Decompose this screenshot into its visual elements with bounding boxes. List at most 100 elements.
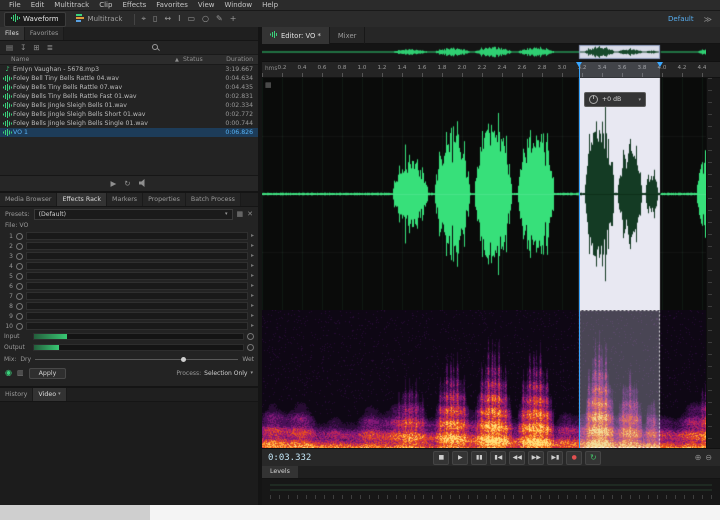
effect-slot-field[interactable] — [26, 292, 248, 300]
effect-slot[interactable]: 9▸ — [0, 311, 258, 321]
effect-power-toggle[interactable] — [16, 243, 23, 250]
overview-strip[interactable] — [262, 44, 720, 62]
effect-slot-arrow-icon[interactable]: ▸ — [251, 303, 254, 309]
effect-slot[interactable]: 5▸ — [0, 271, 258, 281]
move-tool-icon[interactable]: ⌖ — [141, 15, 146, 23]
save-preset-icon[interactable]: ▦ — [237, 211, 244, 218]
effect-power-toggle[interactable] — [16, 233, 23, 240]
insert-into-multitrack-icon[interactable]: ≣ — [47, 44, 53, 52]
effect-slot-field[interactable] — [26, 252, 248, 260]
rewind-button[interactable]: ◀◀ — [509, 451, 525, 465]
menu-view[interactable]: View — [193, 1, 220, 9]
zoom-out-icon[interactable]: ⊖ — [705, 453, 712, 462]
spectrogram-canvas[interactable] — [262, 310, 706, 448]
file-row[interactable]: Foley Bells Jingle Sleigh Bells Short 01… — [0, 110, 258, 119]
effect-slot-arrow-icon[interactable]: ▸ — [251, 263, 254, 269]
menu-clip[interactable]: Clip — [94, 1, 117, 9]
zoom-in-icon[interactable]: ⊕ — [695, 453, 702, 462]
timeline-ruler[interactable]: hms 0.20.40.60.81.01.21.41.61.82.02.22.4… — [262, 62, 720, 78]
effect-power-toggle[interactable] — [16, 273, 23, 280]
paintbrush-tool-icon[interactable]: ✎ — [216, 15, 223, 23]
fast-forward-button[interactable]: ▶▶ — [528, 451, 544, 465]
apply-button[interactable]: Apply — [29, 368, 67, 379]
files-column-header[interactable]: Name ▲ Status Duration — [0, 55, 258, 65]
tab-levels[interactable]: Levels — [262, 466, 298, 478]
rack-meters-icon[interactable]: ▥ — [17, 370, 24, 377]
multitrack-view-button[interactable]: Multitrack — [70, 13, 129, 26]
time-selection-tool-icon[interactable]: I — [178, 15, 180, 23]
delete-preset-icon[interactable]: ✕ — [247, 211, 253, 218]
file-row[interactable]: Foley Bells Jingle Sleigh Bells Single 0… — [0, 119, 258, 128]
effect-power-toggle[interactable] — [16, 263, 23, 270]
waveform-view-button[interactable]: Waveform — [4, 12, 66, 27]
tab-mixer[interactable]: Mixer — [330, 27, 366, 44]
mix-slider[interactable] — [35, 359, 238, 360]
search-icon[interactable] — [152, 44, 160, 52]
preview-play-icon[interactable]: ▶ — [110, 180, 116, 188]
tab-editor-vo[interactable]: Editor: VO * — [262, 27, 330, 44]
waveform-canvas[interactable] — [262, 78, 706, 310]
levels-meter[interactable] — [262, 479, 720, 506]
selection-start-handle[interactable] — [576, 62, 582, 67]
effect-slot-arrow-icon[interactable]: ▸ — [251, 253, 254, 259]
effect-slot-arrow-icon[interactable]: ▸ — [251, 233, 254, 239]
effect-slot-field[interactable] — [26, 272, 248, 280]
process-selector[interactable]: Process: Selection Only ▾ — [176, 370, 253, 377]
tab-files[interactable]: Files — [0, 27, 25, 40]
skip-to-start-button[interactable]: ▮◀ — [490, 451, 506, 465]
volume-knob-icon[interactable] — [589, 95, 598, 104]
razor-tool-icon[interactable]: ▯ — [153, 15, 157, 23]
menu-favorites[interactable]: Favorites — [151, 1, 193, 9]
effect-slot-arrow-icon[interactable]: ▸ — [251, 293, 254, 299]
spectrogram-display[interactable] — [262, 310, 720, 448]
marquee-selection-tool-icon[interactable]: ▭ — [187, 15, 195, 23]
slip-tool-icon[interactable]: ↔ — [164, 15, 171, 23]
effect-power-toggle[interactable] — [16, 313, 23, 320]
column-name[interactable]: Name — [0, 56, 175, 63]
effect-slot[interactable]: 8▸ — [0, 301, 258, 311]
effect-slot[interactable]: 7▸ — [0, 291, 258, 301]
menu-multitrack[interactable]: Multitrack — [49, 1, 94, 9]
stop-button[interactable]: ■ — [433, 451, 449, 465]
menu-help[interactable]: Help — [257, 1, 283, 9]
effect-slot[interactable]: 1▸ — [0, 231, 258, 241]
rack-power-icon[interactable]: ◉ — [5, 369, 12, 377]
tab-favorites[interactable]: Favorites — [25, 27, 64, 40]
effect-slot-field[interactable] — [26, 322, 248, 330]
selection-end-handle[interactable] — [657, 62, 663, 67]
tab-markers[interactable]: Markers — [107, 193, 143, 206]
effect-slot-arrow-icon[interactable]: ▸ — [251, 283, 254, 289]
input-toggle[interactable] — [247, 333, 254, 340]
file-row[interactable]: Foley Bell Tiny Bells Rattle 04.wav0:04.… — [0, 74, 258, 83]
effect-slot-field[interactable] — [26, 312, 248, 320]
waveform-display[interactable]: ▦ — [262, 78, 720, 310]
spot-healing-tool-icon[interactable]: + — [230, 15, 237, 23]
effect-power-toggle[interactable] — [16, 303, 23, 310]
record-button[interactable]: ● — [566, 451, 582, 465]
menu-file[interactable]: File — [4, 1, 26, 9]
effect-slot[interactable]: 6▸ — [0, 281, 258, 291]
workspace-selector[interactable]: Default — [668, 15, 694, 23]
file-row[interactable]: Foley Bells Jingle Sleigh Bells 01.wav0:… — [0, 101, 258, 110]
file-row[interactable]: VO 10:06.826 — [0, 128, 258, 137]
overview-waveform[interactable] — [262, 44, 706, 60]
tab-history[interactable]: History — [0, 388, 33, 401]
effect-slot[interactable]: 4▸ — [0, 261, 258, 271]
effect-slot-field[interactable] — [26, 232, 248, 240]
speaker-icon[interactable] — [139, 179, 148, 189]
effect-power-toggle[interactable] — [16, 253, 23, 260]
effect-slot-field[interactable] — [26, 302, 248, 310]
menu-window[interactable]: Window — [220, 1, 258, 9]
effect-slot-field[interactable] — [26, 242, 248, 250]
effect-power-toggle[interactable] — [16, 293, 23, 300]
file-row[interactable]: Foley Bells Tiny Bells Rattle Fast 01.wa… — [0, 92, 258, 101]
play-button[interactable]: ▶ — [452, 451, 468, 465]
effect-power-toggle[interactable] — [16, 283, 23, 290]
effect-slot-arrow-icon[interactable]: ▸ — [251, 273, 254, 279]
column-duration[interactable]: Duration — [213, 56, 258, 63]
skip-to-end-button[interactable]: ▶▮ — [547, 451, 563, 465]
tab-effects-rack[interactable]: Effects Rack — [57, 193, 107, 206]
file-row[interactable]: ♪Emlyn Vaughan - 5678.mp33:19.667 — [0, 65, 258, 74]
loop-button[interactable]: ↻ — [585, 451, 601, 465]
new-file-icon[interactable]: ⊞ — [33, 44, 39, 52]
